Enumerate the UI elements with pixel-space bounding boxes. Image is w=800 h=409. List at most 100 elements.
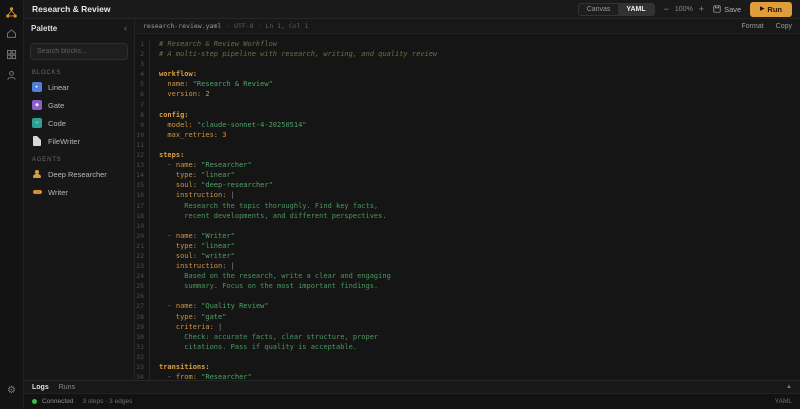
code-line: 2 # A multi-step pipeline with research, … bbox=[135, 49, 800, 60]
line-number: 34 bbox=[135, 372, 150, 380]
section-label-blocks: BLOCKS bbox=[32, 70, 62, 76]
code-area[interactable]: 1 # Research & Review Workflow 2 # A multi-… bbox=[135, 34, 800, 380]
zoom-out-button[interactable]: − bbox=[664, 4, 669, 14]
line-content: recent developments, and different persp… bbox=[159, 211, 387, 220]
code-line: 15 soul: "deep-researcher" bbox=[135, 180, 800, 191]
line-number: 24 bbox=[135, 271, 150, 282]
line-number: 22 bbox=[135, 250, 150, 262]
run-button-label: Run bbox=[767, 4, 782, 14]
code-line: 24 Based on the research, write a clear … bbox=[135, 271, 800, 282]
bottom-tab-runs[interactable]: Runs bbox=[59, 384, 75, 391]
code-line: 18 recent developments, and different pe… bbox=[135, 210, 800, 221]
zoom-controls: − 100% + bbox=[664, 4, 704, 14]
line-number: 31 bbox=[135, 341, 150, 352]
code-line: 22 soul: "writer" bbox=[135, 250, 800, 262]
palette-item-deep-researcher[interactable]: Deep Researcher bbox=[24, 165, 134, 183]
palette-item-label: Deep Researcher bbox=[48, 169, 107, 179]
code-line: 4 workflow: bbox=[135, 69, 800, 80]
line-number: 3 bbox=[135, 59, 150, 70]
line-content: - from: "Researcher" bbox=[159, 373, 252, 380]
view-toggle: Canvas YAML bbox=[577, 2, 655, 16]
line-number: 11 bbox=[135, 139, 150, 151]
app-window: ⚙ Research & Review Canvas YAML − 100% + … bbox=[0, 0, 800, 409]
code-line: 23 instruction: | bbox=[135, 261, 800, 272]
line-content: model: "claude-sonnet-4-20250514" bbox=[159, 120, 307, 129]
line-content: type: "gate" bbox=[159, 312, 227, 321]
settings-gear-icon[interactable]: ⚙ bbox=[4, 383, 20, 399]
line-content: - name: "Writer" bbox=[159, 231, 235, 240]
connection-status: Connected bbox=[42, 398, 74, 405]
palette-item-writer[interactable]: Writer bbox=[24, 183, 134, 201]
code-line: 7 bbox=[135, 99, 800, 110]
palette-item-label: Gate bbox=[48, 100, 65, 110]
code-line: 30 Check: accurate facts, clear structur… bbox=[135, 331, 800, 342]
line-number: 7 bbox=[135, 99, 150, 110]
code-line: 26 bbox=[135, 291, 800, 302]
line-content: # A multi-step pipeline with research, w… bbox=[159, 50, 438, 59]
line-number: 21 bbox=[135, 240, 150, 251]
editor-tab-bar: research-review.yaml · UTF-8 · Ln 1, Col… bbox=[135, 19, 800, 34]
search-box bbox=[30, 40, 128, 60]
palette-item-label: Writer bbox=[48, 187, 68, 197]
section-label-agents: AGENTS bbox=[32, 157, 62, 163]
top-bar: Research & Review Canvas YAML − 100% + Sa… bbox=[24, 0, 800, 19]
format-button[interactable]: Format bbox=[741, 23, 763, 30]
view-toggle-canvas[interactable]: Canvas bbox=[579, 4, 619, 15]
line-content: workflow: bbox=[159, 70, 197, 79]
save-floppy-icon bbox=[713, 5, 721, 13]
palette-item-filewriter[interactable]: FileWriter bbox=[24, 132, 134, 150]
palette-sidebar: Palette ‹ BLOCKS ▸ Linear ◆ Gate ‹› Code FileWr… bbox=[24, 19, 135, 380]
code-line: 17 Research the topic thoroughly. Find k… bbox=[135, 200, 800, 211]
linear-icon: ▸ bbox=[32, 82, 42, 92]
code-line: 29 criteria: | bbox=[135, 321, 800, 332]
line-number: 28 bbox=[135, 311, 150, 322]
blocks-icon[interactable] bbox=[4, 46, 20, 62]
save-button[interactable]: Save bbox=[713, 5, 741, 14]
line-number: 4 bbox=[135, 69, 150, 80]
code-line: 28 type: "gate" bbox=[135, 311, 800, 322]
copy-button[interactable]: Copy bbox=[776, 23, 792, 30]
code-line: 34 - from: "Researcher" bbox=[135, 372, 800, 380]
line-content: citations. Pass if quality is acceptable… bbox=[159, 342, 358, 351]
palette-collapse-icon[interactable]: ‹ bbox=[124, 24, 127, 33]
line-number: 15 bbox=[135, 180, 150, 191]
code-line: 19 bbox=[135, 220, 800, 231]
home-icon[interactable] bbox=[4, 25, 20, 41]
run-button[interactable]: ▶ Run bbox=[750, 1, 792, 17]
zoom-level: 100% bbox=[674, 5, 693, 13]
line-number: 8 bbox=[135, 109, 150, 120]
save-button-label: Save bbox=[724, 4, 742, 14]
line-number: 12 bbox=[135, 150, 150, 161]
palette-sections: BLOCKS ▸ Linear ◆ Gate ‹› Code FileWriter AGENTS… bbox=[24, 63, 134, 201]
yaml-editor: research-review.yaml · UTF-8 · Ln 1, Col… bbox=[135, 19, 800, 380]
zoom-in-button[interactable]: + bbox=[699, 4, 704, 14]
line-number: 6 bbox=[135, 89, 150, 100]
view-toggle-yaml[interactable]: YAML bbox=[618, 3, 654, 15]
line-number: 9 bbox=[135, 119, 150, 130]
page-title: Research & Review bbox=[32, 4, 111, 14]
deep-researcher-icon bbox=[32, 169, 42, 179]
line-number: 20 bbox=[135, 230, 150, 241]
code-line: 27 - name: "Quality Review" bbox=[135, 301, 800, 312]
code-line: 16 instruction: | bbox=[135, 190, 800, 201]
code-line: 12 steps: bbox=[135, 150, 800, 161]
code-line: 20 - name: "Writer" bbox=[135, 230, 800, 241]
bottom-tab-logs[interactable]: Logs bbox=[32, 384, 49, 391]
agents-icon[interactable] bbox=[4, 67, 20, 83]
code-line: 11 bbox=[135, 139, 800, 151]
palette-item-linear[interactable]: ▸ Linear bbox=[24, 78, 134, 96]
line-number: 16 bbox=[135, 190, 150, 201]
panel-expand-icon[interactable]: ▲ bbox=[786, 384, 792, 390]
palette-title: Palette bbox=[31, 24, 58, 33]
palette-item-code[interactable]: ‹› Code bbox=[24, 114, 134, 132]
search-input[interactable] bbox=[30, 43, 128, 60]
palette-item-label: Linear bbox=[48, 82, 69, 92]
line-content: version: 2 bbox=[159, 90, 210, 99]
code-line: 25 summary. Focus on the most important … bbox=[135, 281, 800, 292]
code-line: 6 version: 2 bbox=[135, 89, 800, 100]
line-number: 5 bbox=[135, 79, 150, 90]
palette-item-gate[interactable]: ◆ Gate bbox=[24, 96, 134, 114]
code-line: 32 bbox=[135, 351, 800, 362]
line-number: 19 bbox=[135, 220, 150, 231]
line-number: 25 bbox=[135, 281, 150, 292]
